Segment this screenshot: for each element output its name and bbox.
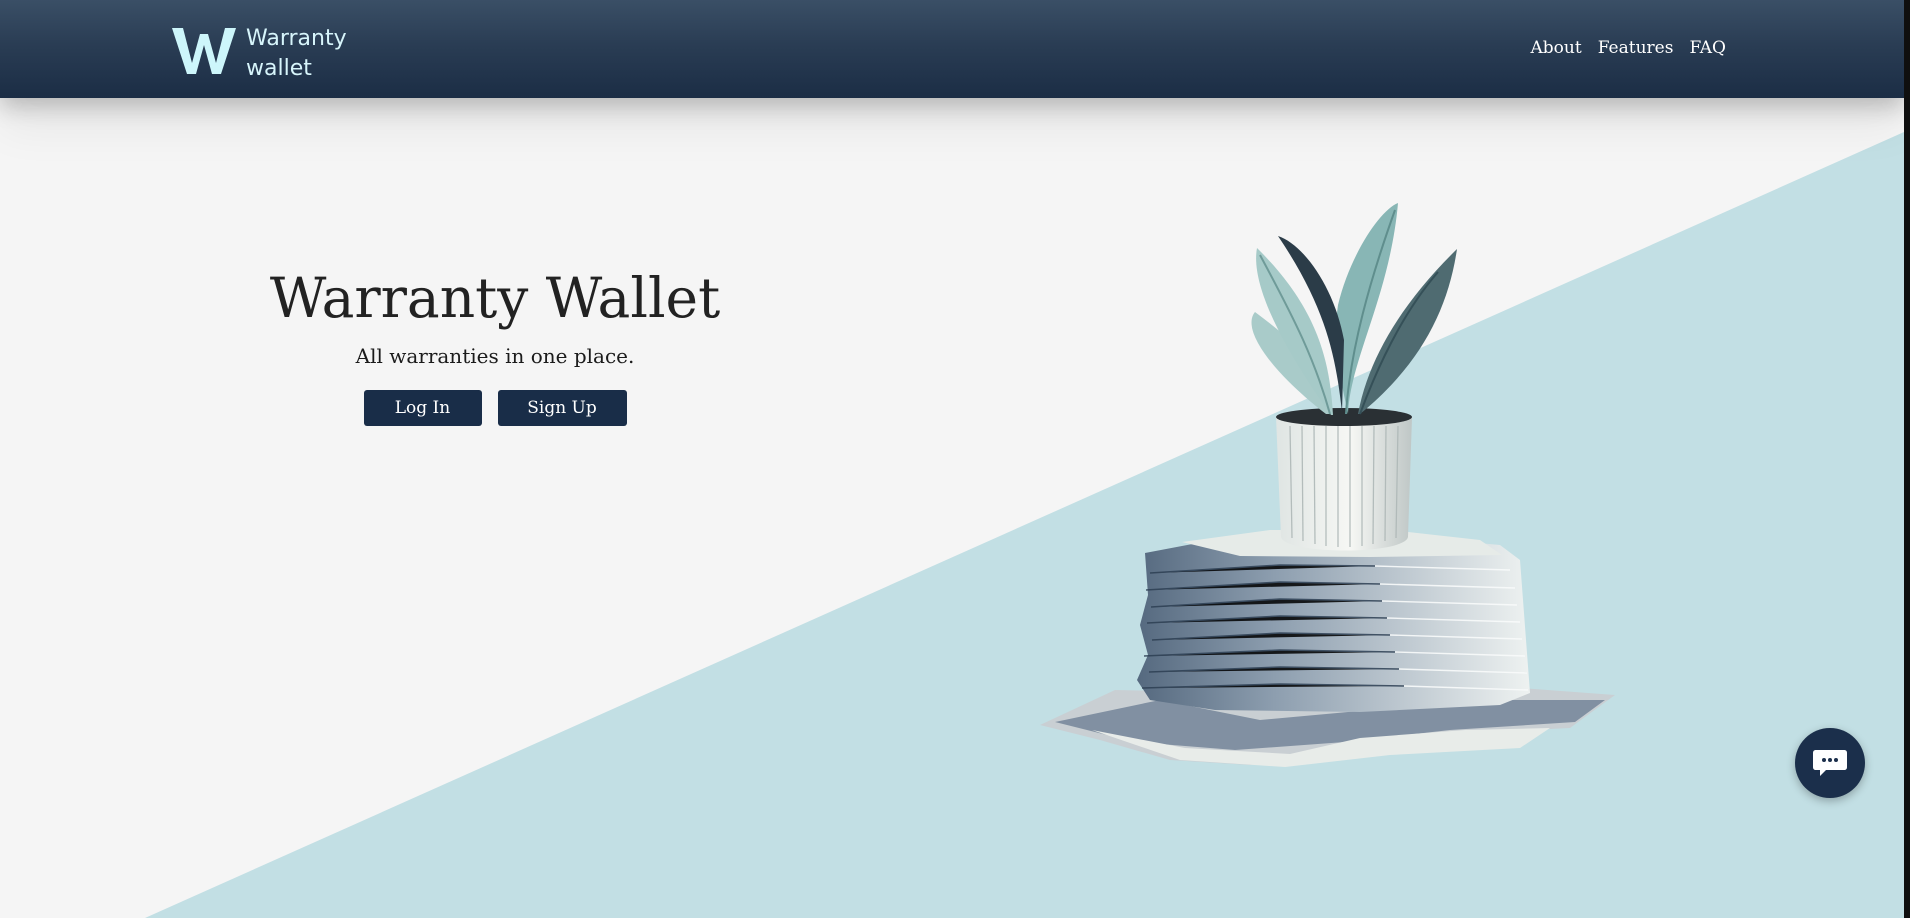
- top-navigation-bar: Warranty wallet About Features FAQ: [0, 0, 1904, 98]
- login-button[interactable]: Log In: [363, 390, 482, 426]
- plant-pot: [1276, 408, 1412, 551]
- signup-button[interactable]: Sign Up: [497, 390, 627, 426]
- brand-name-line1: Warranty: [246, 26, 347, 51]
- main-navigation: About Features FAQ: [1531, 37, 1727, 59]
- window-edge: [1904, 0, 1910, 918]
- paper-stack: [1040, 530, 1615, 767]
- brand-logo-link[interactable]: Warranty wallet: [172, 24, 347, 84]
- nav-link-about[interactable]: About: [1531, 37, 1582, 59]
- chat-button[interactable]: [1795, 728, 1865, 798]
- brand-name-line2: wallet: [246, 56, 312, 81]
- brand-name: Warranty wallet: [246, 24, 347, 84]
- page: Warranty wallet About Features FAQ Warra…: [0, 0, 1904, 918]
- plant-on-paper-stack-illustration: [1040, 203, 1615, 767]
- chat-bubble-icon: [1813, 750, 1847, 776]
- w-logo-icon: [172, 28, 236, 74]
- nav-link-features[interactable]: Features: [1598, 37, 1674, 59]
- hero-title: Warranty Wallet: [269, 266, 721, 330]
- plant-leaves: [1251, 203, 1457, 415]
- nav-link-faq[interactable]: FAQ: [1689, 37, 1726, 59]
- hero-subtitle: All warranties in one place.: [355, 344, 635, 368]
- hero-actions: Log In Sign Up: [180, 390, 810, 426]
- hero-section: Warranty Wallet All warranties in one pl…: [180, 262, 810, 426]
